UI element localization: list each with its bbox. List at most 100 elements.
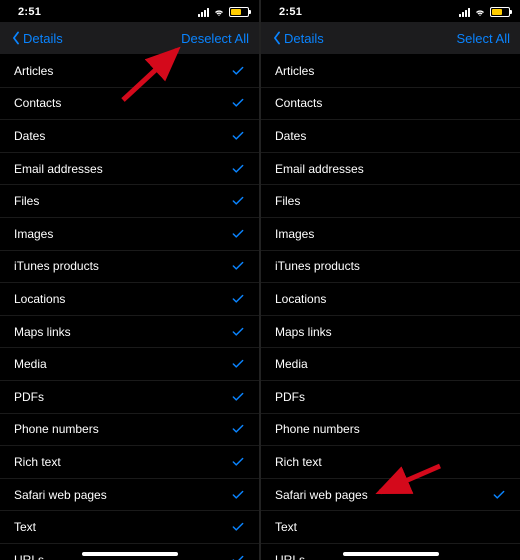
checkmark-icon	[231, 488, 245, 502]
checkmark-icon	[231, 162, 245, 176]
content-type-list: Articles Contacts Dates Email addresses File…	[0, 55, 259, 560]
list-row[interactable]: Media	[0, 348, 259, 381]
checkmark-icon	[231, 292, 245, 306]
row-label: Email addresses	[275, 162, 364, 176]
deselect-all-button[interactable]: Deselect All	[181, 31, 249, 46]
status-bar: 2:51	[0, 0, 259, 22]
battery-icon	[229, 7, 249, 17]
list-row[interactable]: Media	[261, 348, 520, 381]
row-label: Images	[275, 227, 314, 241]
list-row[interactable]: Contacts	[261, 88, 520, 121]
row-label: Maps links	[14, 325, 71, 339]
list-row[interactable]: Safari web pages	[0, 479, 259, 512]
checkmark-icon	[231, 422, 245, 436]
list-row[interactable]: Files	[261, 185, 520, 218]
row-label: Text	[14, 520, 36, 534]
row-label: Media	[275, 357, 308, 371]
list-row[interactable]: Phone numbers	[0, 414, 259, 447]
row-label: Dates	[275, 129, 306, 143]
row-label: Images	[14, 227, 53, 241]
list-row[interactable]: Maps links	[0, 316, 259, 349]
list-row[interactable]: Dates	[261, 120, 520, 153]
checkmark-icon	[231, 520, 245, 534]
list-row[interactable]: Locations	[261, 283, 520, 316]
select-all-button[interactable]: Select All	[457, 31, 510, 46]
checkmark-icon	[231, 129, 245, 143]
checkmark-icon	[231, 455, 245, 469]
home-indicator	[343, 552, 439, 556]
list-row[interactable]: Locations	[0, 283, 259, 316]
phone-right: 2:51 Details Select All Articles Contacts…	[261, 0, 520, 560]
list-row[interactable]: Safari web pages	[261, 479, 520, 512]
back-label: Details	[23, 31, 63, 46]
row-label: Media	[14, 357, 47, 371]
checkmark-icon	[231, 553, 245, 560]
list-row[interactable]: Maps links	[261, 316, 520, 349]
checkmark-icon	[492, 488, 506, 502]
status-time: 2:51	[18, 6, 41, 18]
chevron-left-icon	[10, 31, 22, 45]
row-label: Text	[275, 520, 297, 534]
list-row[interactable]: PDFs	[261, 381, 520, 414]
list-row[interactable]: Email addresses	[261, 153, 520, 186]
list-row[interactable]: Contacts	[0, 88, 259, 121]
list-row[interactable]: iTunes products	[261, 251, 520, 284]
row-label: Rich text	[14, 455, 61, 469]
row-label: Phone numbers	[275, 422, 360, 436]
nav-bar: Details Deselect All	[0, 22, 259, 55]
row-label: Contacts	[14, 96, 61, 110]
cellular-icon	[459, 8, 470, 17]
cellular-icon	[198, 8, 209, 17]
back-button[interactable]: Details	[271, 31, 324, 46]
row-label: Phone numbers	[14, 422, 99, 436]
list-row[interactable]: iTunes products	[0, 251, 259, 284]
row-label: URLs	[275, 553, 305, 560]
row-label: Files	[275, 194, 300, 208]
checkmark-icon	[231, 325, 245, 339]
row-label: Maps links	[275, 325, 332, 339]
checkmark-icon	[231, 96, 245, 110]
status-time: 2:51	[279, 6, 302, 18]
wifi-icon	[213, 6, 225, 18]
row-label: Safari web pages	[14, 488, 107, 502]
row-label: Articles	[275, 64, 314, 78]
content-type-list: Articles Contacts Dates Email addresses File…	[261, 55, 520, 560]
row-label: PDFs	[275, 390, 305, 404]
list-row[interactable]: Articles	[0, 55, 259, 88]
checkmark-icon	[231, 259, 245, 273]
list-row[interactable]: Rich text	[0, 446, 259, 479]
row-label: Dates	[14, 129, 45, 143]
row-label: Email addresses	[14, 162, 103, 176]
checkmark-icon	[231, 227, 245, 241]
row-label: Locations	[14, 292, 65, 306]
list-row[interactable]: Files	[0, 185, 259, 218]
list-row[interactable]: PDFs	[0, 381, 259, 414]
row-label: Locations	[275, 292, 326, 306]
back-button[interactable]: Details	[10, 31, 63, 46]
row-label: Articles	[14, 64, 53, 78]
row-label: iTunes products	[275, 259, 360, 273]
nav-bar: Details Select All	[261, 22, 520, 55]
list-row[interactable]: Articles	[261, 55, 520, 88]
list-row[interactable]: Text	[0, 511, 259, 544]
home-indicator	[82, 552, 178, 556]
list-row[interactable]: Images	[0, 218, 259, 251]
list-row[interactable]: Dates	[0, 120, 259, 153]
row-label: Rich text	[275, 455, 322, 469]
list-row[interactable]: Rich text	[261, 446, 520, 479]
list-row[interactable]: Email addresses	[0, 153, 259, 186]
phone-left: 2:51 Details Deselect All Articles Contac…	[0, 0, 259, 560]
list-row[interactable]: Images	[261, 218, 520, 251]
checkmark-icon	[231, 357, 245, 371]
back-label: Details	[284, 31, 324, 46]
row-label: iTunes products	[14, 259, 99, 273]
list-row[interactable]: Text	[261, 511, 520, 544]
list-row[interactable]: Phone numbers	[261, 414, 520, 447]
row-label: Contacts	[275, 96, 322, 110]
status-indicators	[459, 6, 510, 18]
checkmark-icon	[231, 64, 245, 78]
status-bar: 2:51	[261, 0, 520, 22]
checkmark-icon	[231, 390, 245, 404]
row-label: Files	[14, 194, 39, 208]
row-label: PDFs	[14, 390, 44, 404]
